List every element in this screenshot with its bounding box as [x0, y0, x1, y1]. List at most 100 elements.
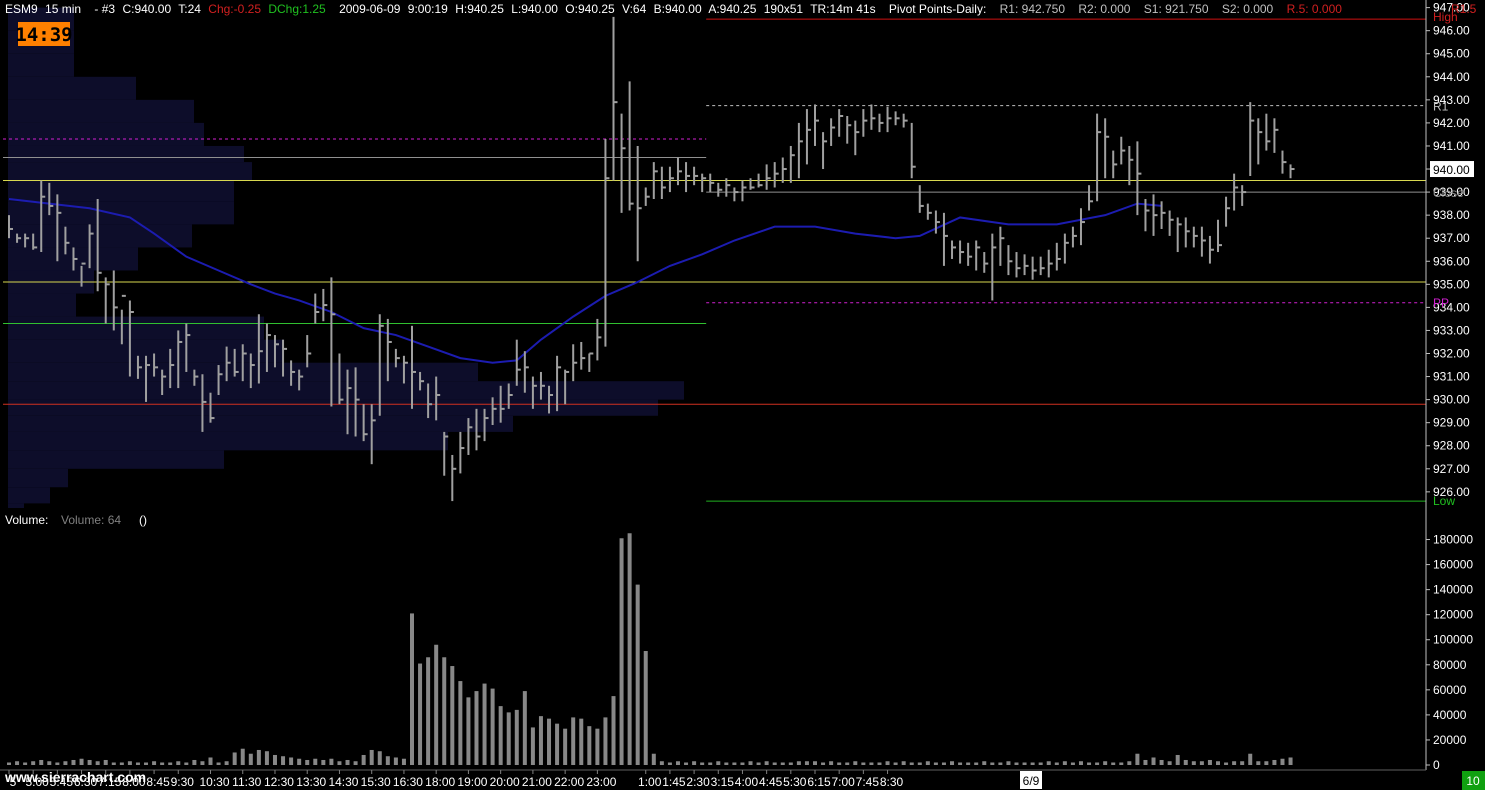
volume-bar — [772, 762, 777, 765]
volume-bar — [71, 759, 76, 765]
volume-tick-label: 20000 — [1433, 733, 1467, 747]
volume-bar — [498, 706, 503, 765]
volume-bar — [1087, 762, 1092, 765]
time-tick-label: 11:30 — [232, 775, 261, 789]
volume-bar — [547, 718, 552, 765]
volume-bar — [224, 761, 229, 765]
volume-bar — [869, 762, 874, 765]
time-tick-label: 2:30 — [686, 775, 710, 789]
volume-tick-label: 80000 — [1433, 658, 1467, 672]
time-tick-label: 7:45 — [856, 775, 880, 789]
r1-label: R1 — [1433, 100, 1449, 114]
volume-bar — [1183, 759, 1188, 765]
volume-bar — [893, 762, 898, 765]
volume-bar — [474, 691, 479, 765]
volume-bar — [563, 728, 568, 765]
volume-bar — [748, 761, 753, 765]
volume-bar — [272, 754, 277, 765]
volume-bar — [813, 761, 817, 765]
time-tick-label: 21:00 — [522, 775, 552, 789]
volume-bar — [184, 762, 189, 765]
volume-bar — [31, 761, 36, 765]
volume-bar — [635, 584, 640, 765]
volume-bar — [917, 762, 922, 765]
volume-bar — [1191, 761, 1196, 765]
volume-bar — [990, 762, 995, 765]
volume-bar — [482, 683, 487, 765]
profile-row — [8, 450, 224, 469]
profile-row — [8, 224, 192, 248]
volume-bar — [538, 716, 543, 765]
volume-bar — [1167, 761, 1172, 765]
volume-bar — [1216, 761, 1220, 765]
profile-row — [8, 53, 74, 77]
volume-bar — [1151, 757, 1156, 765]
volume-bar — [627, 533, 632, 765]
volume-bar — [466, 697, 471, 765]
volume-bar — [450, 666, 455, 765]
time-tick-label: 19:00 — [457, 775, 487, 789]
time-tick-label: 1:00 — [638, 775, 662, 789]
volume-bar — [385, 756, 390, 765]
price-tick-label: 931.00 — [1433, 370, 1470, 384]
volume-bar — [1288, 757, 1293, 765]
volume-bar — [530, 727, 535, 765]
volume-bar — [63, 761, 68, 765]
volume-bar — [909, 762, 914, 765]
volume-bar — [925, 761, 930, 765]
profile-row — [8, 99, 194, 123]
volume-bar — [434, 644, 439, 765]
price-tick-label: 936.00 — [1433, 254, 1470, 268]
volume-tick-label: 180000 — [1433, 533, 1473, 547]
low-label: Low — [1433, 494, 1455, 508]
volume-bar — [740, 762, 745, 765]
price-tick-label: 933.00 — [1433, 323, 1470, 337]
volume-bar — [256, 749, 261, 765]
volume-bar — [264, 751, 269, 765]
volume-bar — [885, 761, 890, 765]
profile-row — [8, 415, 513, 432]
volume-tick-label: 60000 — [1433, 683, 1467, 697]
time-tick-label: 22:00 — [554, 775, 584, 789]
volume-bar — [1095, 762, 1100, 765]
header-r15: R1.5 — [1451, 2, 1477, 16]
time-tick-label: 9:30 — [171, 775, 195, 789]
volume-bar — [1240, 761, 1245, 765]
profile-row — [8, 503, 24, 508]
volume-bar — [982, 761, 987, 765]
time-tick-label: 7:00 — [832, 775, 856, 789]
profile-row — [8, 431, 448, 451]
volume-bar — [901, 761, 906, 765]
volume-bar — [23, 762, 28, 765]
volume-bar — [418, 663, 423, 765]
volume-bar — [119, 762, 124, 765]
price-tick-label: 942.00 — [1433, 116, 1470, 130]
volume-bar — [1175, 754, 1180, 765]
volume-bar — [393, 757, 398, 765]
last-price-label: 940.00 — [1433, 163, 1470, 177]
volume-bar — [1264, 761, 1269, 765]
volume-tick-label: 120000 — [1433, 608, 1473, 622]
volume-bar — [555, 723, 560, 765]
volume-bar — [1119, 762, 1124, 765]
volume-bars — [7, 533, 1293, 765]
volume-bar — [1078, 761, 1083, 765]
volume-bar — [321, 759, 326, 765]
volume-bar — [1232, 761, 1237, 765]
time-tick-label: 15:30 — [361, 775, 391, 789]
profile-row — [8, 122, 204, 146]
corner-badge[interactable]: 10 — [1466, 774, 1480, 788]
volume-bar — [796, 761, 801, 765]
volume-bar — [7, 762, 11, 765]
volume-bar — [1038, 762, 1043, 765]
volume-bar — [377, 751, 382, 765]
time-tick-label: 8:45 — [146, 775, 170, 789]
volume-bar — [1199, 761, 1204, 765]
time-tick-label: 8:30 — [880, 775, 904, 789]
time-tick-label: 12:30 — [264, 775, 294, 789]
price-tick-label: 928.00 — [1433, 439, 1470, 453]
time-tick-label: 4:45 — [759, 775, 783, 789]
volume-bar — [216, 762, 221, 765]
volume-bar — [756, 762, 761, 765]
time-tick-label: 18:00 — [425, 775, 455, 789]
